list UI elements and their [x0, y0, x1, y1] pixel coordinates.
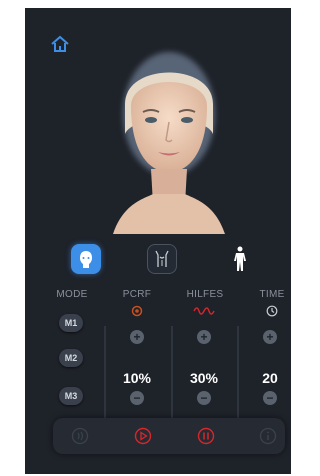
time-decrease-button[interactable]: −: [263, 391, 277, 405]
hilfes-decrease-button[interactable]: −: [197, 391, 211, 405]
info-icon[interactable]: [259, 427, 277, 445]
mode-m1-button[interactable]: M1: [59, 314, 83, 332]
time-column-label: TIME: [259, 289, 285, 300]
full-body-icon: [234, 246, 246, 271]
device-panel: MODE PCRF HILFES TIME M1 M2 M3 + + + 10%…: [25, 8, 291, 474]
mode-m3-button[interactable]: M3: [59, 387, 83, 405]
view-upper-body-button[interactable]: [147, 244, 177, 274]
time-increase-button[interactable]: +: [263, 330, 277, 344]
pcrf-decrease-button[interactable]: −: [130, 391, 144, 405]
clock-icon: [266, 305, 278, 317]
mode-m2-button[interactable]: M2: [59, 349, 83, 367]
column-divider: [104, 326, 106, 420]
pcrf-value: 10%: [122, 370, 152, 386]
time-value: 20: [262, 370, 278, 386]
hilfes-increase-button[interactable]: +: [197, 330, 211, 344]
play-icon[interactable]: [134, 427, 152, 445]
face-head-icon: [80, 251, 92, 268]
hilfes-value: 30%: [189, 370, 219, 386]
view-full-body-button[interactable]: [225, 244, 255, 274]
view-face-button[interactable]: [71, 244, 101, 274]
control-bar: [53, 418, 285, 454]
sound-icon[interactable]: [71, 427, 89, 445]
pcrf-column-label: PCRF: [122, 289, 152, 300]
column-divider: [171, 326, 173, 420]
hilfes-column-label: HILFES: [186, 289, 224, 300]
column-divider: [237, 326, 239, 420]
upper-body-icon: [155, 250, 169, 267]
mode-column-label: MODE: [56, 289, 88, 300]
pcrf-increase-button[interactable]: +: [130, 330, 144, 344]
home-icon[interactable]: [49, 34, 71, 54]
pause-icon[interactable]: [197, 427, 215, 445]
wave-icon: [193, 307, 215, 315]
face-preview-image: [113, 52, 225, 234]
pcrf-icon: [131, 305, 143, 317]
